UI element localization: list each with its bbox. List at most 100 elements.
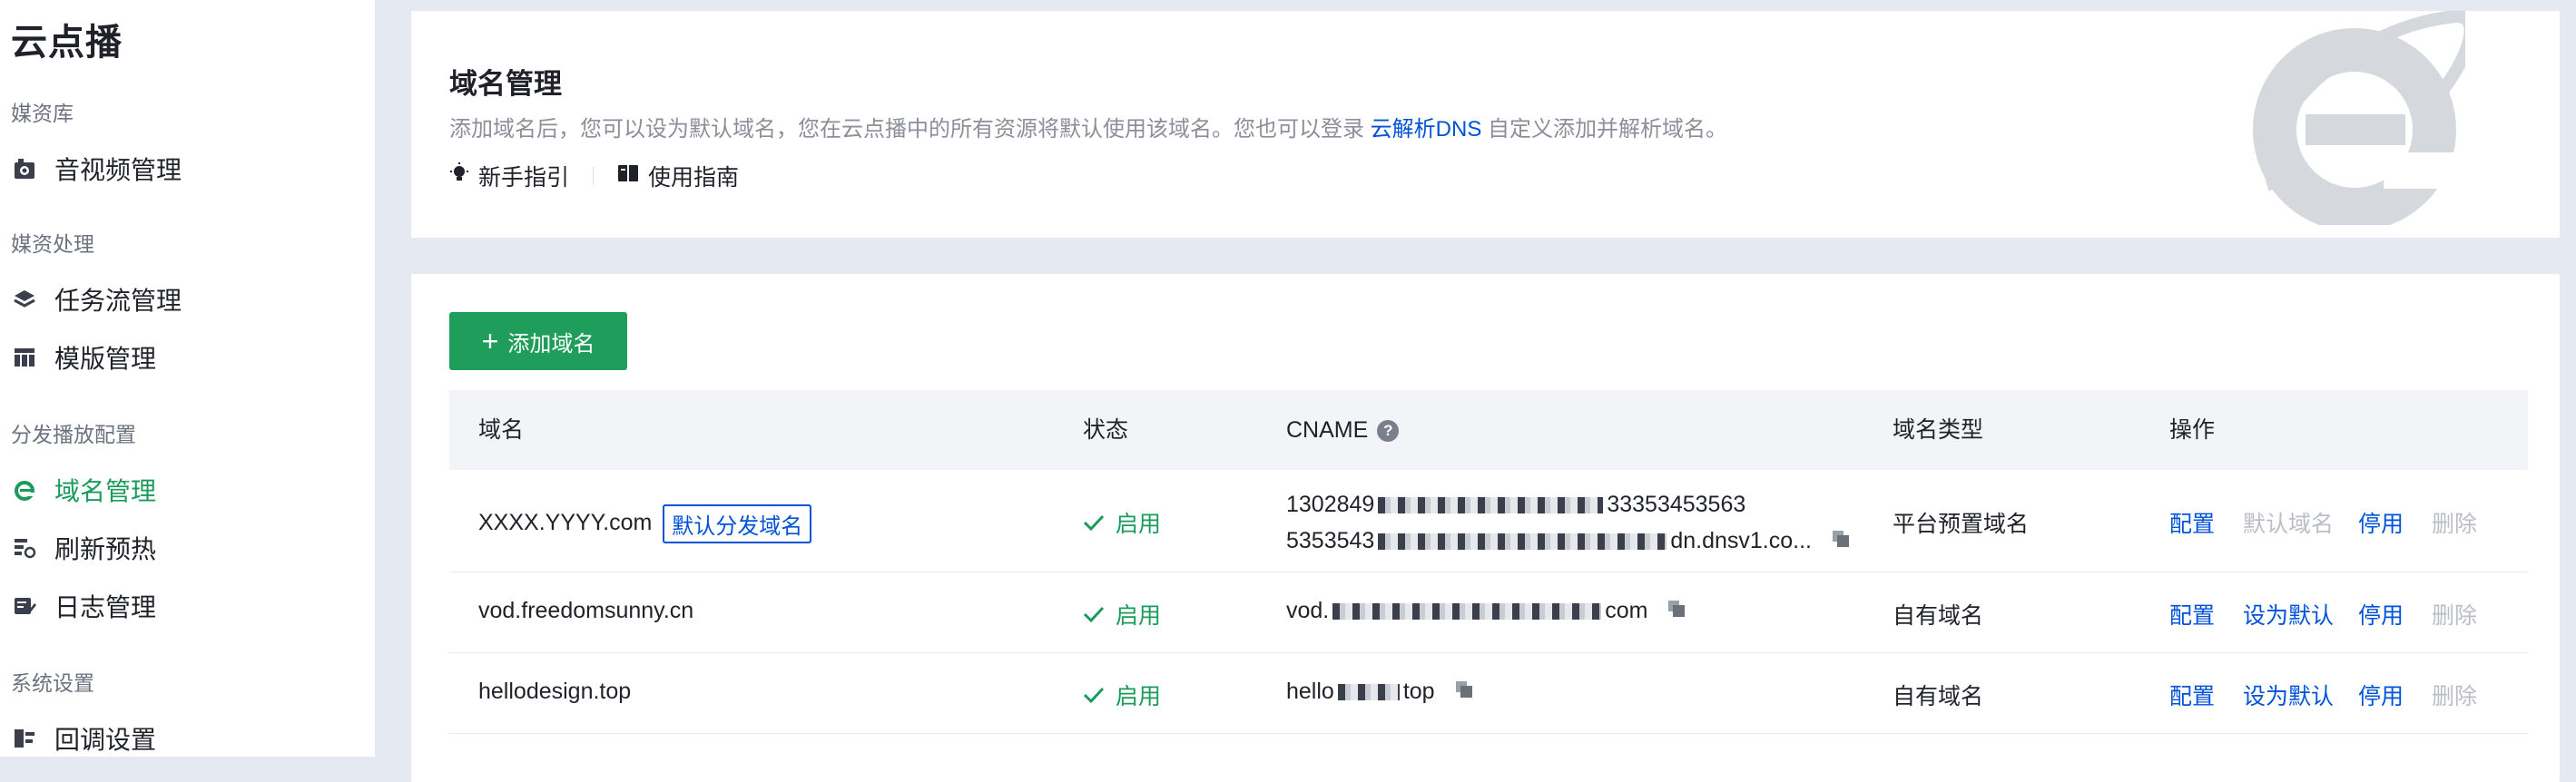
sidebar-item-templates[interactable]: 模版管理	[11, 337, 356, 377]
type-cell: 自有域名	[1893, 684, 1984, 709]
sidebar-group-distribution: 分发播放配置	[11, 423, 136, 446]
set-default-link[interactable]: 设为默认	[2243, 598, 2334, 630]
sidebar-item-log-management[interactable]: 日志管理	[11, 586, 356, 626]
cname-text: hello	[1286, 679, 1334, 704]
ie-icon	[11, 476, 38, 503]
callback-icon	[11, 725, 38, 752]
check-icon	[1083, 514, 1105, 532]
beginner-guide-link[interactable]: 新手指引	[449, 160, 569, 192]
disable-link[interactable]: 停用	[2358, 679, 2404, 711]
page-description: 添加域名后，您可以设为默认域名，您在云点播中的所有资源将默认使用该域名。您也可以…	[449, 111, 1727, 142]
sidebar-item-callback-settings[interactable]: 回调设置	[11, 718, 356, 758]
cname-text: 33353453563	[1607, 492, 1746, 517]
page-header-panel: 域名管理 添加域名后，您可以设为默认域名，您在云点播中的所有资源将默认使用该域名…	[411, 11, 2560, 238]
sidebar-group-media-library: 媒资库	[11, 102, 74, 125]
user-manual-label: 使用指南	[648, 165, 740, 191]
brand-title: 云点播	[11, 23, 123, 63]
sidebar-item-refresh-preheat[interactable]: 刷新预热	[11, 528, 356, 568]
check-icon	[1083, 606, 1105, 623]
cname-cell: hello top	[1286, 679, 1474, 706]
column-header-domain: 域名	[478, 417, 525, 443]
cname-text: vod.	[1286, 598, 1330, 623]
configure-link[interactable]: 配置	[2169, 506, 2215, 539]
sidebar-item-media-management[interactable]: 音视频管理	[11, 149, 356, 189]
copy-icon[interactable]	[1831, 523, 1851, 560]
status-cell: 启用	[1083, 598, 1161, 630]
add-domain-label: 添加域名	[507, 331, 595, 357]
cname-text: dn.dnsv1.co...	[1670, 528, 1812, 553]
divider	[593, 167, 595, 185]
ie-logo-icon	[2247, 11, 2477, 231]
table-header: 域名 状态 CNAME? 域名类型 操作	[449, 390, 2528, 470]
redacted-block	[1378, 497, 1604, 514]
book-icon	[617, 163, 648, 190]
sidebar-item-label: 刷新预热	[54, 535, 157, 563]
column-header-actions: 操作	[2169, 417, 2216, 443]
cname-text: 5353543	[1286, 528, 1375, 553]
lightbulb-icon	[449, 161, 478, 191]
domain-cell: XXXX.YYYY.com 默认分发域名	[478, 504, 812, 543]
redacted-block	[1332, 603, 1602, 621]
disable-link[interactable]: 停用	[2358, 598, 2404, 630]
sidebar-item-label: 回调设置	[54, 726, 157, 754]
copy-icon[interactable]	[1667, 599, 1686, 625]
cname-line: 1302849 33353453563	[1286, 486, 1851, 523]
status-text: 启用	[1116, 603, 1162, 629]
add-domain-button[interactable]: + 添加域名	[449, 312, 627, 370]
plus-icon: +	[481, 325, 499, 357]
cname-text: top	[1402, 679, 1435, 704]
set-default-link[interactable]: 设为默认	[2243, 679, 2334, 711]
user-manual-link[interactable]: 使用指南	[617, 160, 739, 192]
beginner-guide-label: 新手指引	[478, 165, 570, 191]
domain-table: 域名 状态 CNAME? 域名类型 操作 XXXX.YYYY.com 默认分发域名…	[449, 390, 2528, 734]
sidebar-item-label: 任务流管理	[54, 287, 182, 315]
log-icon	[11, 592, 38, 620]
sidebar-group-system-settings: 系统设置	[11, 671, 94, 695]
sidebar-item-label: 日志管理	[54, 593, 157, 621]
cname-text: com	[1605, 598, 1648, 623]
status-text: 启用	[1116, 684, 1162, 709]
type-cell: 自有域名	[1893, 603, 1984, 629]
sidebar-item-label: 音视频管理	[54, 156, 182, 184]
column-header-cname: CNAME?	[1286, 390, 1400, 470]
table-row: XXXX.YYYY.com 默认分发域名 启用 1302849 3335345356…	[449, 470, 2528, 572]
column-header-type: 域名类型	[1893, 417, 1984, 443]
domain-cell: hellodesign.top	[478, 679, 632, 704]
redacted-block	[1337, 684, 1400, 701]
domain-text: XXXX.YYYY.com	[478, 510, 653, 536]
sidebar-item-label: 域名管理	[54, 477, 157, 505]
page-title: 域名管理	[449, 68, 562, 100]
video-file-icon	[11, 155, 38, 182]
status-cell: 启用	[1083, 679, 1161, 711]
default-badge: 默认分发域名	[663, 504, 812, 543]
dns-link[interactable]: 云解析DNS	[1371, 117, 1482, 142]
sidebar-group-media-processing: 媒资处理	[11, 232, 94, 256]
table-row: vod.freedomsunny.cn 启用 vod. com 自有域名 配置 设…	[449, 572, 2528, 653]
helper-links: 新手指引 使用指南	[449, 160, 739, 192]
refresh-list-icon	[11, 534, 38, 562]
configure-link[interactable]: 配置	[2169, 598, 2215, 630]
cname-line: 5353543 dn.dnsv1.co...	[1286, 523, 1851, 560]
configure-link[interactable]: 配置	[2169, 679, 2215, 711]
status-cell: 启用	[1083, 506, 1161, 539]
type-cell: 平台预置域名	[1893, 512, 2030, 537]
delete-link: 删除	[2432, 512, 2478, 537]
table-row: hellodesign.top 启用 hello top 自有域名 配置 设为默认…	[449, 653, 2528, 734]
column-header-status: 状态	[1083, 417, 1129, 443]
sidebar-item-label: 模版管理	[54, 345, 157, 373]
layers-icon	[11, 286, 38, 313]
copy-icon[interactable]	[1454, 679, 1474, 706]
sidebar-item-workflow[interactable]: 任务流管理	[11, 279, 356, 319]
redacted-block	[1378, 533, 1667, 551]
status-text: 启用	[1116, 512, 1162, 537]
help-icon[interactable]: ?	[1377, 420, 1400, 443]
delete-link: 删除	[2432, 684, 2478, 709]
disable-link[interactable]: 停用	[2358, 506, 2404, 539]
sidebar-item-domain-management[interactable]: 域名管理	[11, 470, 356, 510]
cname-cell: 1302849 33353453563 5353543 dn.dnsv1.co...	[1286, 486, 1851, 560]
default-domain-link: 默认域名	[2243, 512, 2335, 537]
cname-text: 1302849	[1286, 492, 1375, 517]
domain-list-panel: + 添加域名 域名 状态 CNAME? 域名类型 操作 XXXX.YYYY.co…	[411, 274, 2560, 782]
domain-cell: vod.freedomsunny.cn	[478, 598, 694, 623]
cname-cell: vod. com	[1286, 598, 1686, 625]
